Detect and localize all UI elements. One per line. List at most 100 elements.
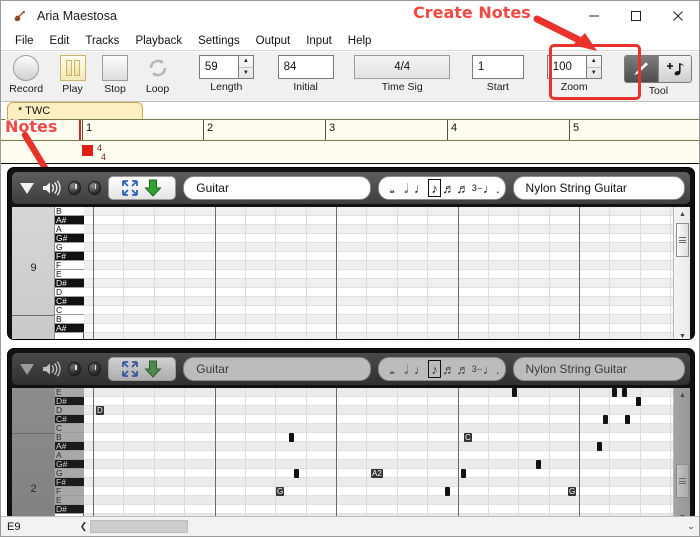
toolbar: Record Play Stop Loop 59 ▲ ▼ Length 84 I… — [1, 52, 699, 102]
time-signature-row[interactable]: 4 4 — [1, 141, 699, 164]
duration-thirtysecond-icon[interactable]: ♬ — [457, 179, 470, 197]
track-2-note-grid[interactable]: D G A2 C G — [84, 388, 673, 520]
maximize-icon[interactable] — [615, 1, 657, 31]
menu-file[interactable]: File — [7, 33, 42, 49]
duration-thirtysecond-icon[interactable]: ♬ — [457, 360, 470, 378]
close-icon[interactable] — [657, 1, 699, 31]
timesig-button[interactable]: 4/4 — [354, 55, 451, 79]
track-1-vertical-scrollbar[interactable]: ▲ ▼ — [673, 207, 690, 340]
length-stepper[interactable]: 59 ▲ ▼ — [198, 55, 254, 79]
chevron-left-icon[interactable]: ❮ — [76, 521, 90, 532]
beat-line — [123, 388, 124, 520]
duration-dotted-icon[interactable]: ♩. — [483, 179, 500, 197]
pan-knob[interactable] — [87, 181, 101, 195]
duration-half-icon[interactable]: 𝅗𝅥 — [400, 360, 413, 378]
scroll-thumb[interactable] — [676, 223, 689, 257]
note[interactable] — [612, 388, 617, 397]
piano-key[interactable]: D# — [55, 505, 84, 514]
duration-whole-icon[interactable]: 𝅝 — [386, 360, 399, 378]
duration-half-icon[interactable]: 𝅗𝅥 — [400, 179, 413, 197]
scroll-up-icon[interactable]: ▲ — [674, 207, 690, 221]
expand-export-button[interactable] — [107, 176, 177, 200]
duration-dotted-icon[interactable]: ♩. — [483, 360, 500, 378]
minimize-icon[interactable] — [573, 1, 615, 31]
chevron-down-icon[interactable]: ⌄ — [683, 521, 699, 532]
length-spinner[interactable]: ▲ ▼ — [238, 55, 254, 79]
note[interactable] — [294, 469, 299, 478]
note[interactable] — [636, 397, 641, 406]
menu-playback[interactable]: Playback — [127, 33, 190, 49]
track-1-piano-keys[interactable]: B A# A G# G F# F E D# D C# C B A# — [55, 207, 84, 339]
note[interactable] — [289, 433, 294, 442]
expand-export-button[interactable] — [107, 357, 177, 381]
scroll-thumb[interactable] — [676, 464, 689, 498]
piano-key[interactable]: A# — [55, 324, 84, 333]
note-label[interactable]: A2 — [371, 469, 383, 478]
length-label: Length — [210, 81, 243, 93]
track-2-name-input[interactable]: Guitar — [183, 357, 372, 381]
duration-triplet-icon[interactable]: 3⌣ — [471, 360, 484, 378]
menu-help[interactable]: Help — [340, 33, 380, 49]
menu-tracks[interactable]: Tracks — [77, 33, 127, 49]
record-button[interactable]: Record — [1, 55, 51, 101]
track-1-name-input[interactable]: Guitar — [183, 176, 372, 200]
menu-input[interactable]: Input — [298, 33, 340, 49]
stop-button[interactable]: Stop — [94, 55, 137, 101]
pencil-icon[interactable] — [625, 56, 659, 82]
note[interactable] — [445, 487, 450, 496]
duration-eighth-icon[interactable]: ♪ — [428, 179, 442, 197]
add-note-icon[interactable] — [658, 56, 692, 82]
menu-output[interactable]: Output — [248, 33, 299, 49]
duration-whole-icon[interactable]: 𝅝 — [386, 179, 399, 197]
zoom-spinner[interactable]: ▲ ▼ — [586, 55, 602, 79]
length-input[interactable]: 59 — [198, 55, 239, 79]
collapse-triangle-icon[interactable] — [20, 363, 34, 375]
menu-settings[interactable]: Settings — [190, 33, 248, 49]
track-2-vertical-scrollbar[interactable]: ▲ ▼ — [673, 388, 690, 520]
note[interactable] — [461, 469, 466, 478]
menu-edit[interactable]: Edit — [42, 33, 78, 49]
initial-input[interactable]: 84 — [277, 55, 334, 79]
duration-sixteenth-icon[interactable]: ♬ — [442, 360, 455, 378]
scroll-down-icon[interactable]: ▼ — [674, 329, 690, 340]
horizontal-scroll-thumb[interactable] — [90, 520, 189, 533]
zoom-input[interactable]: 100 — [546, 55, 587, 79]
note-label[interactable]: G — [276, 487, 285, 496]
track-2-octave-label: 2 — [30, 483, 37, 495]
duration-sixteenth-icon[interactable]: ♬ — [442, 179, 455, 197]
duration-triplet-icon[interactable]: 3⌣ — [471, 179, 484, 197]
note[interactable] — [536, 460, 541, 469]
loop-button[interactable]: Loop — [136, 55, 179, 101]
duration-quarter-icon[interactable]: ♩ — [414, 360, 427, 378]
measure-ruler[interactable]: 1 2 3 4 5 — [1, 119, 699, 141]
scroll-up-icon[interactable]: ▲ — [674, 388, 690, 402]
collapse-triangle-icon[interactable] — [20, 182, 34, 194]
duration-quarter-icon[interactable]: ♩ — [414, 179, 427, 197]
tab-twc[interactable]: * TWC — [7, 102, 143, 119]
note[interactable] — [512, 388, 517, 397]
beat-line — [275, 388, 276, 520]
note[interactable] — [622, 388, 627, 397]
duration-eighth-icon[interactable]: ♪ — [428, 360, 442, 378]
speaker-icon[interactable] — [41, 179, 61, 197]
volume-knob[interactable] — [68, 362, 81, 376]
pan-knob[interactable] — [87, 362, 101, 376]
note[interactable] — [597, 442, 602, 451]
note[interactable] — [603, 415, 608, 424]
playhead[interactable] — [79, 120, 81, 140]
note-label[interactable]: D — [96, 406, 104, 415]
track-1-note-grid[interactable] — [84, 207, 673, 339]
zoom-stepper[interactable]: 100 ▲ ▼ — [546, 55, 602, 79]
track-2-instrument-input[interactable]: Nylon String Guitar — [512, 357, 686, 381]
volume-knob[interactable] — [68, 181, 81, 195]
track-1-instrument-input[interactable]: Nylon String Guitar — [512, 176, 686, 200]
speaker-icon[interactable] — [41, 360, 61, 378]
note-label[interactable]: G — [568, 487, 577, 496]
start-input[interactable]: 1 — [471, 55, 524, 79]
horizontal-scroll-track[interactable] — [188, 520, 683, 533]
play-button[interactable]: Play — [51, 55, 94, 101]
time-signature-marker[interactable] — [82, 145, 93, 156]
note-label[interactable]: C — [464, 433, 472, 442]
note[interactable] — [625, 415, 630, 424]
track-2-piano-keys[interactable]: E D# D C# C B A# A G# G F# F E D# — [55, 388, 84, 520]
